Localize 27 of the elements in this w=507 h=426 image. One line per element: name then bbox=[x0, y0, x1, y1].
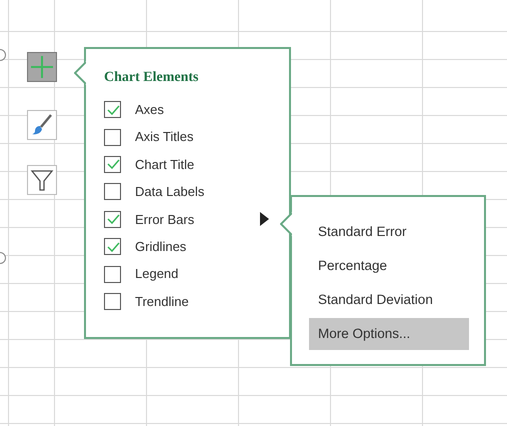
menu-item[interactable]: More Options... bbox=[309, 318, 469, 350]
checkbox-label[interactable]: Trendline bbox=[135, 292, 189, 312]
funnel-icon bbox=[30, 168, 54, 192]
chart-styles-button[interactable] bbox=[27, 110, 57, 140]
checkbox-label[interactable]: Chart Title bbox=[135, 154, 194, 174]
submenu-arrow-icon[interactable] bbox=[260, 212, 269, 226]
checkbox[interactable] bbox=[104, 292, 121, 310]
checkbox-label[interactable]: Data Labels bbox=[135, 182, 204, 202]
plus-icon bbox=[29, 54, 55, 80]
menu-item[interactable]: Standard Error bbox=[309, 216, 469, 248]
checkbox[interactable] bbox=[104, 266, 121, 283]
checkbox-label[interactable]: Error Bars bbox=[135, 210, 194, 229]
checkbox[interactable] bbox=[104, 238, 121, 256]
chart-filter-button[interactable] bbox=[27, 165, 57, 195]
checkbox[interactable] bbox=[104, 183, 121, 200]
menu-item[interactable]: Standard Deviation bbox=[309, 284, 469, 316]
checkbox-label[interactable]: Axis Titles bbox=[135, 127, 194, 147]
checkbox[interactable] bbox=[104, 128, 121, 146]
paintbrush-icon bbox=[30, 113, 54, 137]
checkbox-label[interactable]: Legend bbox=[135, 264, 178, 284]
checkbox[interactable] bbox=[104, 210, 121, 228]
checkbox[interactable] bbox=[104, 156, 121, 173]
checkbox-label[interactable]: Gridlines bbox=[135, 236, 186, 256]
checkbox-label[interactable]: Axes bbox=[135, 100, 164, 120]
menu-item[interactable]: Percentage bbox=[309, 250, 469, 282]
panel-title: Chart Elements bbox=[104, 69, 200, 87]
checkbox[interactable] bbox=[104, 101, 121, 118]
